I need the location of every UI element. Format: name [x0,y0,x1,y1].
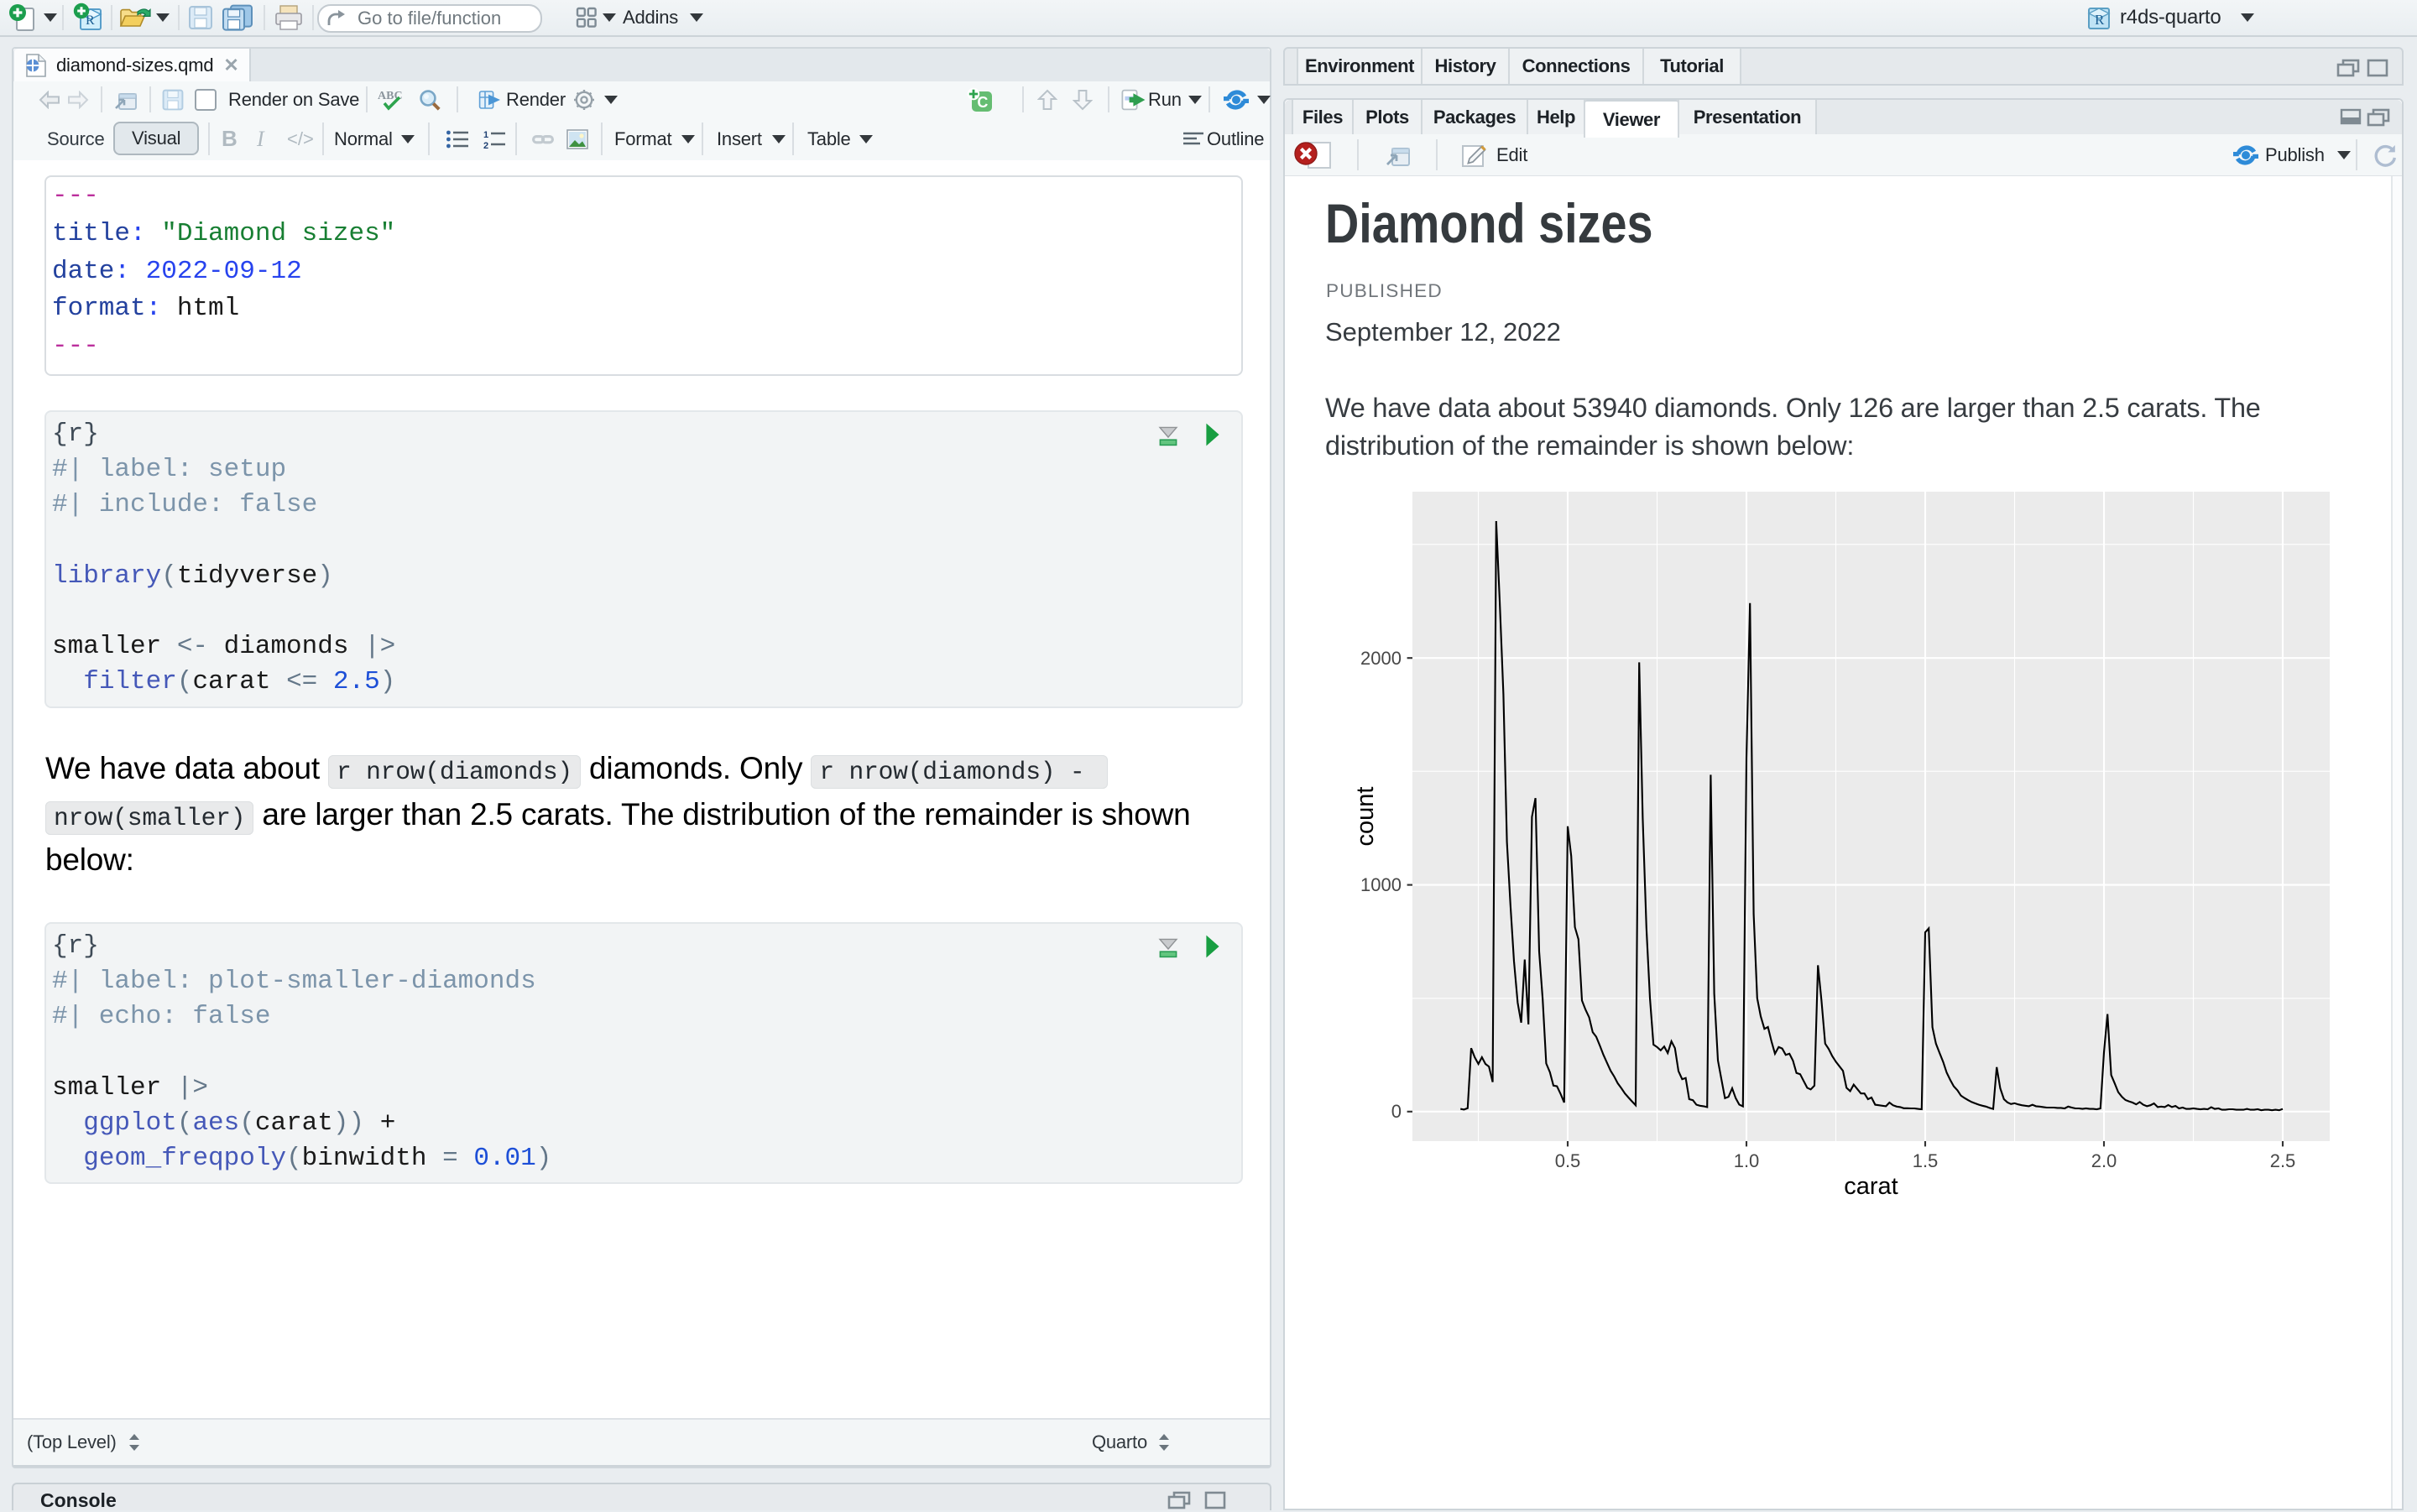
svg-text:0: 0 [1391,1101,1402,1122]
svg-text:2.5: 2.5 [2270,1150,2296,1171]
svg-text:1: 1 [483,130,488,140]
svg-text:count: count [1352,787,1379,847]
svg-text:1.5: 1.5 [1913,1150,1939,1171]
svg-text:0.5: 0.5 [1555,1150,1581,1171]
svg-text:R: R [2095,12,2105,28]
svg-text:1.0: 1.0 [1734,1150,1760,1171]
svg-text:carat: carat [1844,1173,1898,1200]
svg-text:2000: 2000 [1360,648,1402,669]
svg-text:2: 2 [483,141,488,149]
svg-text:2.0: 2.0 [2091,1150,2117,1171]
svg-text:ABC: ABC [378,90,403,102]
svg-text:1000: 1000 [1360,874,1402,895]
